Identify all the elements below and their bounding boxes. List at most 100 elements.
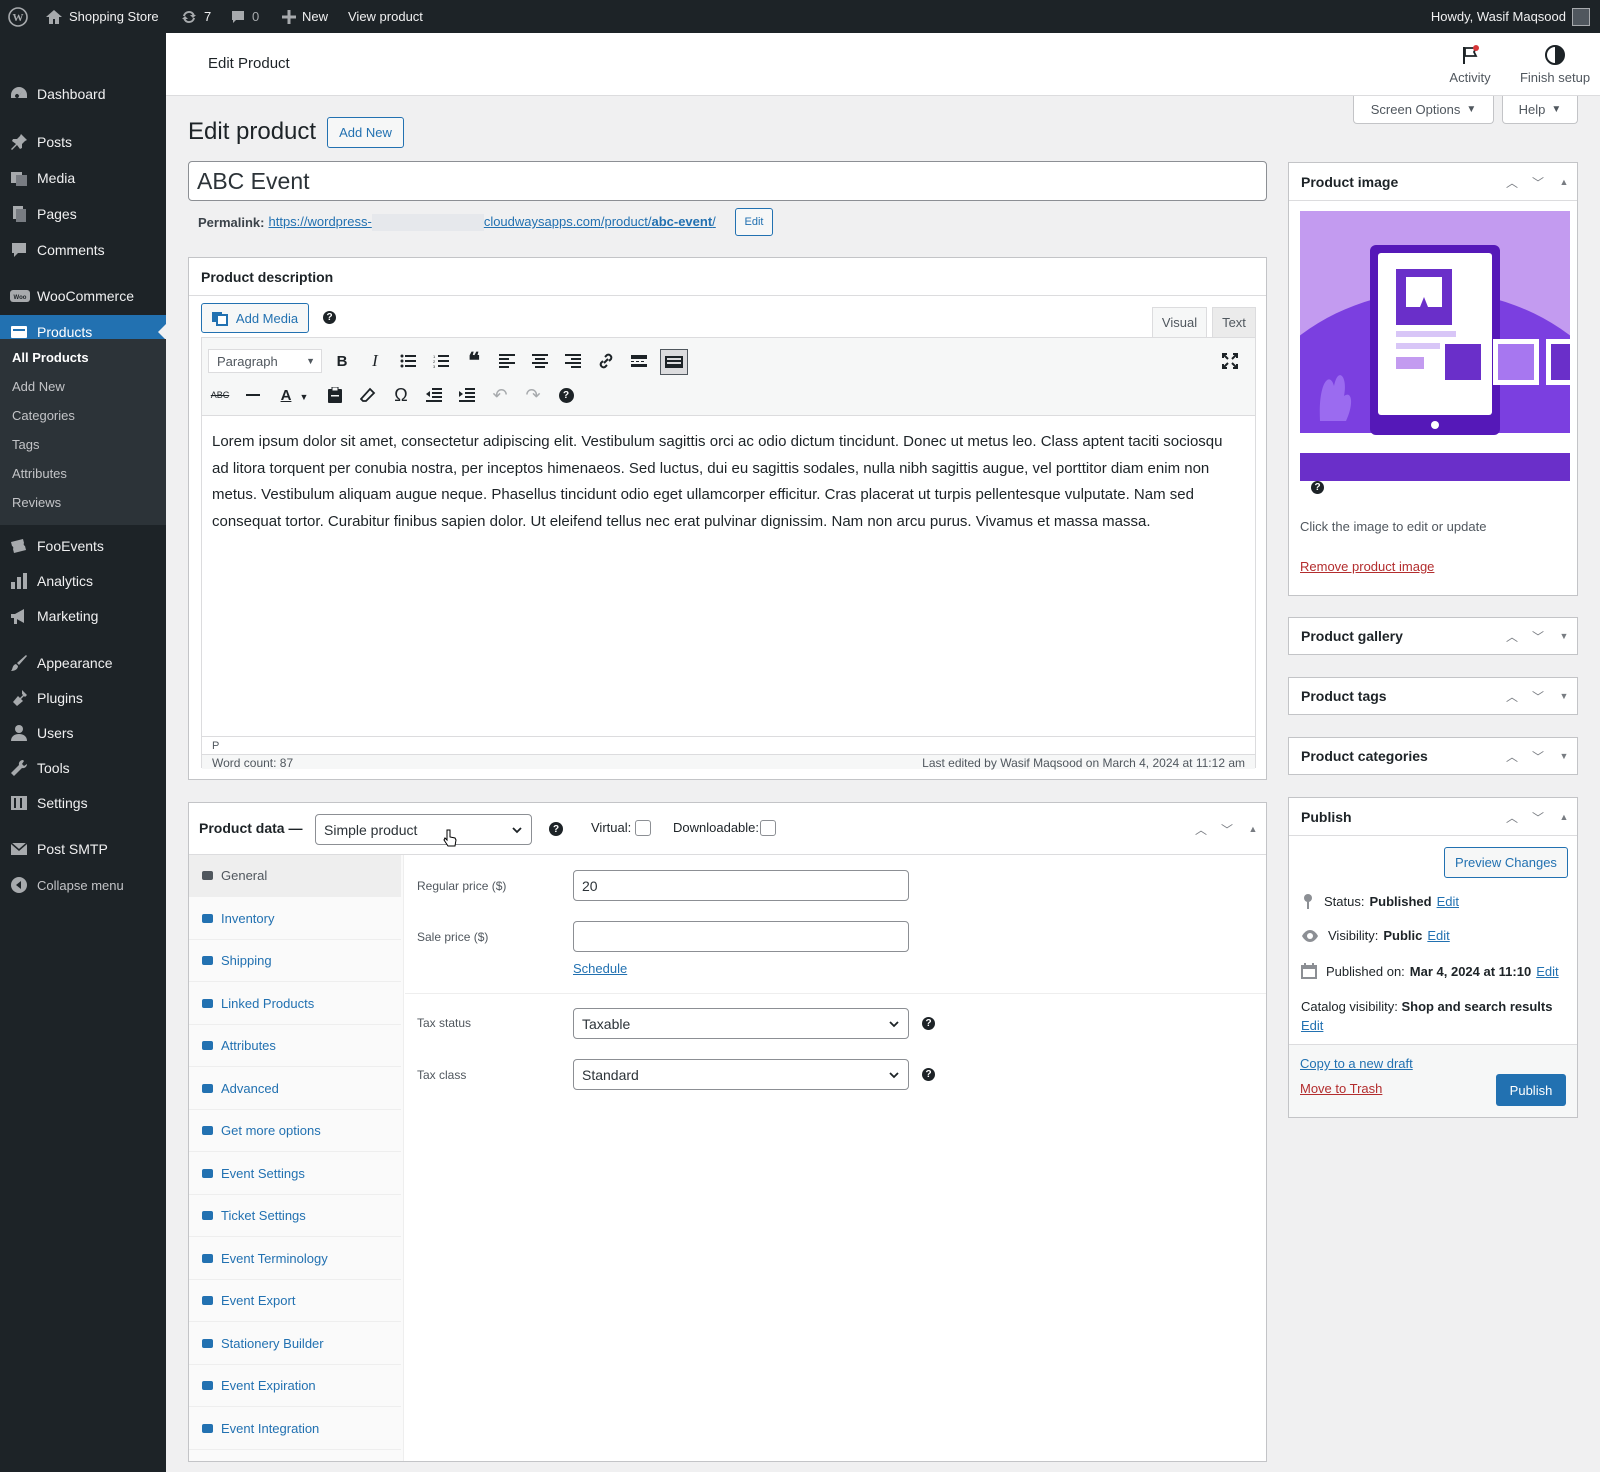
chevron-up-icon[interactable]: ︿ [1505, 688, 1519, 705]
sidebar-item-marketing[interactable]: Marketing [0, 599, 166, 633]
keyboard-shortcuts-button[interactable]: ? [554, 383, 578, 407]
permalink-edit-button[interactable]: Edit [735, 208, 773, 236]
sidebar-item-dashboard[interactable]: Dashboard [0, 77, 166, 111]
toolbar-toggle-button[interactable] [660, 349, 688, 375]
product-tab-general[interactable]: General [189, 855, 401, 897]
product-tab-event-integration[interactable]: Event Integration [189, 1407, 401, 1450]
move-to-trash-link[interactable]: Move to Trash [1300, 1081, 1382, 1096]
tax-status-select[interactable]: Taxable [573, 1008, 909, 1039]
schedule-link[interactable]: Schedule [573, 961, 627, 976]
format-select[interactable]: Paragraph ▼ [208, 349, 322, 373]
status-edit-link[interactable]: Edit [1437, 894, 1459, 909]
sidebar-item-posts[interactable]: Posts [0, 125, 166, 159]
catalog-edit-link[interactable]: Edit [1301, 1018, 1323, 1033]
sidebar-item-woocommerce[interactable]: Woo WooCommerce [0, 279, 166, 313]
product-tab-event-terminology[interactable]: Event Terminology [189, 1237, 401, 1280]
product-categories-box[interactable]: Product categories ︿ ﹀ ▼ [1288, 737, 1578, 775]
bold-button[interactable]: B [330, 349, 354, 373]
toggle-caret-icon[interactable]: ▼ [1557, 751, 1571, 761]
bullet-list-button[interactable] [396, 349, 420, 373]
tab-visual[interactable]: Visual [1152, 307, 1207, 337]
tab-text[interactable]: Text [1212, 307, 1256, 337]
account-menu[interactable]: Howdy, Wasif Maqsood [1431, 0, 1590, 33]
site-name-link[interactable]: Shopping Store [45, 0, 159, 33]
link-button[interactable] [594, 349, 618, 373]
permalink-link[interactable]: https://wordpress- cloudwaysapps.com/pro… [268, 214, 716, 231]
product-tab-event-export[interactable]: Event Export [189, 1280, 401, 1322]
special-character-button[interactable]: Ω [389, 383, 413, 407]
product-tab-shipping[interactable]: Shipping [189, 940, 401, 982]
product-tab-event-expiration[interactable]: Event Expiration [189, 1365, 401, 1407]
updates-link[interactable]: 7 [180, 0, 211, 33]
add-new-button[interactable]: Add New [327, 117, 404, 148]
chevron-up-icon[interactable]: ︿ [1505, 628, 1519, 645]
virtual-checkbox[interactable] [635, 820, 651, 836]
toggle-caret-icon[interactable]: ▲ [1557, 812, 1571, 822]
chevron-up-icon[interactable]: ︿ [1194, 821, 1208, 838]
sidebar-item-analytics[interactable]: Analytics [0, 564, 166, 598]
wordpress-logo-icon[interactable]: W [8, 0, 28, 33]
regular-price-input[interactable]: 20 [573, 870, 909, 901]
sidebar-item-users[interactable]: Users [0, 716, 166, 750]
submenu-add-new[interactable]: Add New [12, 379, 65, 394]
help-icon[interactable]: ? [922, 1068, 935, 1081]
paste-text-button[interactable] [323, 383, 347, 407]
toggle-caret-icon[interactable]: ▲ [1557, 177, 1571, 187]
sidebar-item-tools[interactable]: Tools [0, 751, 166, 785]
submenu-tags[interactable]: Tags [12, 437, 39, 452]
sidebar-item-appearance[interactable]: Appearance [0, 646, 166, 680]
finish-setup-button[interactable]: Finish setup [1510, 33, 1600, 96]
remove-image-link[interactable]: Remove product image [1300, 559, 1434, 574]
publish-button[interactable]: Publish [1496, 1074, 1566, 1106]
blockquote-button[interactable]: ❝ [462, 348, 486, 373]
help-button[interactable]: Help ▼ [1502, 96, 1578, 124]
help-icon[interactable]: ? [323, 311, 336, 324]
outdent-button[interactable] [422, 383, 446, 407]
submenu-categories[interactable]: Categories [12, 408, 75, 423]
published-edit-link[interactable]: Edit [1536, 964, 1558, 979]
chevron-down-icon[interactable]: ﹀ [1531, 748, 1545, 765]
activity-button[interactable]: Activity [1430, 33, 1510, 96]
sidebar-item-comments[interactable]: Comments [0, 233, 166, 267]
text-color-caret-icon[interactable]: ▼ [298, 385, 310, 409]
product-gallery-box[interactable]: Product gallery ︿ ﹀ ▼ [1288, 617, 1578, 655]
help-icon[interactable]: ? [922, 1017, 935, 1030]
sidebar-item-pages[interactable]: Pages [0, 197, 166, 231]
indent-button[interactable] [455, 383, 479, 407]
chevron-down-icon[interactable]: ﹀ [1531, 688, 1545, 705]
read-more-button[interactable] [627, 349, 651, 373]
submenu-reviews[interactable]: Reviews [12, 495, 61, 510]
help-icon[interactable]: ? [549, 822, 563, 836]
submenu-all-products[interactable]: All Products [12, 350, 89, 365]
align-left-button[interactable] [495, 349, 519, 373]
submenu-attributes[interactable]: Attributes [12, 466, 67, 481]
sidebar-item-media[interactable]: Media [0, 161, 166, 195]
chevron-down-icon[interactable]: ﹀ [1531, 628, 1545, 645]
strikethrough-button[interactable]: ABC [208, 383, 232, 407]
product-type-select[interactable]: Simple product [315, 814, 532, 845]
undo-button[interactable]: ↶ [488, 383, 512, 407]
toggle-caret-icon[interactable]: ▼ [1557, 691, 1571, 701]
tax-class-select[interactable]: Standard [573, 1059, 909, 1090]
product-tab-event-settings[interactable]: Event Settings [189, 1152, 401, 1195]
horizontal-line-button[interactable] [241, 383, 265, 407]
title-input[interactable]: ABC Event [188, 161, 1267, 201]
redo-button[interactable]: ↷ [521, 383, 545, 407]
product-tab-ticket-settings[interactable]: Ticket Settings [189, 1195, 401, 1237]
chevron-down-icon[interactable]: ﹀ [1531, 174, 1545, 191]
product-tab-get-more-options[interactable]: Get more options [189, 1110, 401, 1152]
text-color-button[interactable]: A [274, 383, 298, 407]
preview-changes-button[interactable]: Preview Changes [1444, 847, 1568, 878]
align-right-button[interactable] [561, 349, 585, 373]
chevron-down-icon[interactable]: ﹀ [1531, 809, 1545, 826]
copy-draft-link[interactable]: Copy to a new draft [1300, 1056, 1413, 1071]
product-image[interactable] [1300, 211, 1570, 481]
toggle-caret-icon[interactable]: ▲ [1246, 824, 1260, 834]
screen-options-button[interactable]: Screen Options ▼ [1353, 96, 1494, 124]
clear-formatting-button[interactable] [356, 383, 380, 407]
comments-link[interactable]: 0 [230, 0, 259, 33]
sidebar-item-settings[interactable]: Settings [0, 786, 166, 820]
italic-button[interactable]: I [363, 349, 387, 373]
product-tags-box[interactable]: Product tags ︿ ﹀ ▼ [1288, 677, 1578, 715]
product-tab-linked-products[interactable]: Linked Products [189, 982, 401, 1025]
